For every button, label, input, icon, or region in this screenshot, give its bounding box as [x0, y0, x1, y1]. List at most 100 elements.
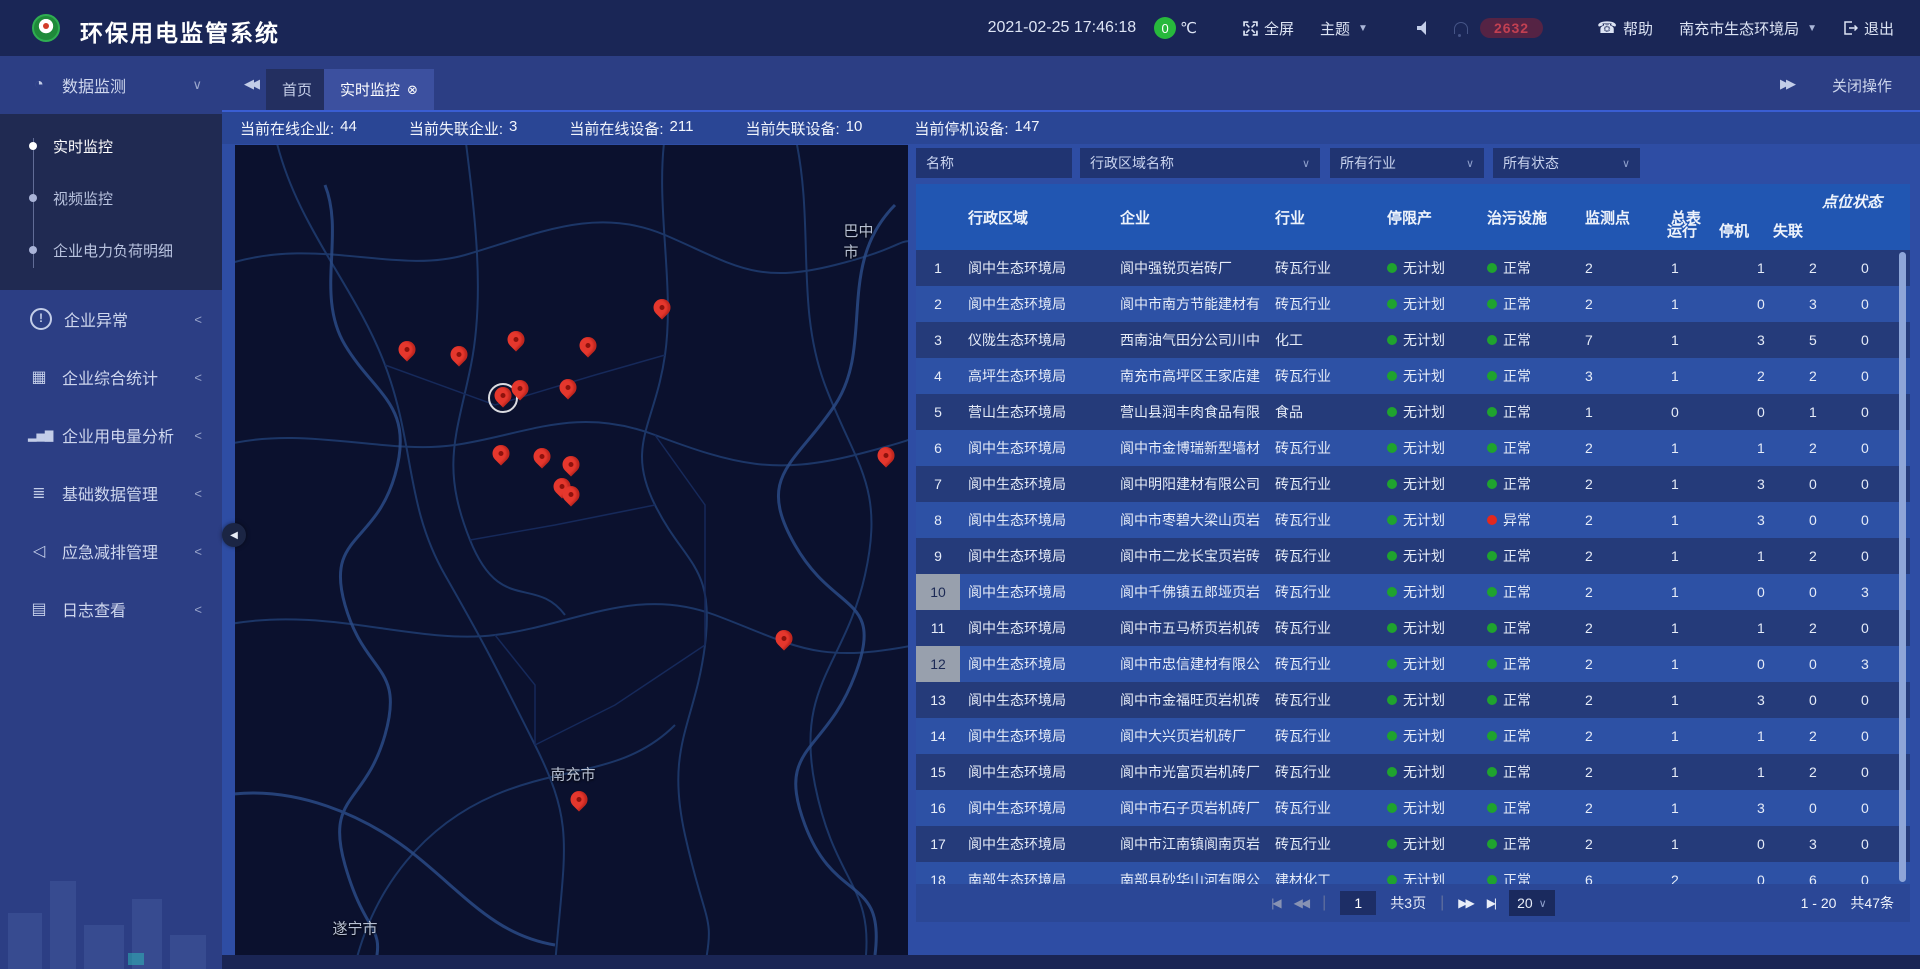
status-dot-icon: [1487, 623, 1497, 633]
tab-home[interactable]: 首页: [266, 69, 328, 110]
sidebar-group-2[interactable]: ▦企业综合统计<: [0, 348, 222, 406]
table-scrollbar[interactable]: [1899, 252, 1906, 882]
cell-limit-status: 无计划: [1379, 834, 1479, 854]
status-dot-icon: [1487, 587, 1497, 597]
status-dot-icon: [1387, 551, 1397, 561]
table-row[interactable]: 6阆中生态环境局阆中市金博瑞新型墙材砖瓦行业无计划正常21120: [916, 430, 1910, 466]
divider: |: [1322, 894, 1326, 912]
table-row[interactable]: 15阆中生态环境局阆中市光富页岩机砖厂砖瓦行业无计划正常21120: [916, 754, 1910, 790]
cell-points: 2: [1577, 836, 1663, 852]
name-search-input[interactable]: 名称: [916, 148, 1072, 178]
logout-button[interactable]: 退出: [1843, 18, 1894, 39]
cell-meter: 1: [1663, 692, 1749, 708]
sound-toggle-button[interactable]: [1416, 21, 1428, 35]
col-group-point-status: 点位状态: [1822, 191, 1882, 212]
theme-label: 主题: [1320, 18, 1350, 39]
cell-facility-status: 正常: [1479, 654, 1577, 674]
row-index: 6: [916, 430, 960, 466]
notifications[interactable]: 2632: [1454, 18, 1543, 38]
table-row[interactable]: 11阆中生态环境局阆中市五马桥页岩机砖砖瓦行业无计划正常21120: [916, 610, 1910, 646]
table-row[interactable]: 3仪陇生态环境局西南油气田分公司川中化工无计划正常71350: [916, 322, 1910, 358]
row-index: 18: [916, 862, 960, 884]
sidebar-group-4[interactable]: ≣基础数据管理<: [0, 464, 222, 522]
table-row[interactable]: 2阆中生态环境局阆中市南方节能建材有砖瓦行业无计划正常21030: [916, 286, 1910, 322]
sidebar-item-label: 视频监控: [53, 188, 113, 209]
industry-select[interactable]: 所有行业 ∨: [1330, 148, 1484, 178]
table-row[interactable]: 7阆中生态环境局阆中明阳建材有限公司砖瓦行业无计划正常21300: [916, 466, 1910, 502]
sidebar-item-0-2[interactable]: 企业电力负荷明细: [0, 224, 222, 276]
cell-meter: 1: [1663, 620, 1749, 636]
status-dot-icon: [1387, 767, 1397, 777]
table-row[interactable]: 1阆中生态环境局阆中强锐页岩砖厂砖瓦行业无计划正常21120: [916, 250, 1910, 286]
sidebar-group-0[interactable]: ◔数据监测∨: [0, 56, 222, 114]
sidebar-group-5[interactable]: ◁应急减排管理<: [0, 522, 222, 580]
industry-select-value: 所有行业: [1340, 153, 1396, 173]
theme-dropdown[interactable]: 主题 ▼: [1320, 18, 1368, 39]
tab-realtime-monitor[interactable]: 实时监控 ⊗: [324, 69, 434, 110]
cell-points: 2: [1577, 764, 1663, 780]
help-label: 帮助: [1623, 18, 1653, 39]
region-select[interactable]: 行政区域名称 ∨: [1080, 148, 1320, 178]
cell-run: 1: [1749, 728, 1801, 744]
cell-limit-status: 无计划: [1379, 474, 1479, 494]
page-size-select[interactable]: 20 ∨: [1509, 890, 1555, 916]
sidebar-item-0-1[interactable]: 视频监控: [0, 172, 222, 224]
table-row[interactable]: 14阆中生态环境局阆中大兴页岩机砖厂砖瓦行业无计划正常21120: [916, 718, 1910, 754]
stats-bar: 当前在线企业:44当前失联企业:3当前在线设备:211当前失联设备:10当前停机…: [222, 112, 1920, 144]
last-page-button[interactable]: ▶|: [1487, 896, 1495, 910]
table-row[interactable]: 10阆中生态环境局阆中千佛镇五郎垭页岩砖瓦行业无计划正常21003: [916, 574, 1910, 610]
user-org-dropdown[interactable]: 南充市生态环境局 ▼: [1679, 18, 1817, 39]
sidebar-group-6[interactable]: ▤日志查看<: [0, 580, 222, 638]
fullscreen-button[interactable]: 全屏: [1243, 18, 1294, 39]
table-row[interactable]: 17阆中生态环境局阆中市江南镇阆南页岩砖瓦行业无计划正常21030: [916, 826, 1910, 862]
table-row[interactable]: 13阆中生态环境局阆中市金福旺页岩机砖砖瓦行业无计划正常21300: [916, 682, 1910, 718]
prev-page-button[interactable]: ◀◀: [1294, 896, 1308, 910]
cell-region: 仪陇生态环境局: [960, 330, 1112, 350]
cell-industry: 砖瓦行业: [1267, 690, 1379, 710]
table-row[interactable]: 12阆中生态环境局阆中市忠信建材有限公砖瓦行业无计划正常21003: [916, 646, 1910, 682]
database-icon: ≣: [28, 483, 50, 503]
table-row[interactable]: 5营山生态环境局营山县润丰肉食品有限食品无计划正常10010: [916, 394, 1910, 430]
col-index: [916, 184, 960, 250]
cell-run: 0: [1749, 404, 1801, 420]
cell-facility-status: 正常: [1479, 366, 1577, 386]
cell-company: 阆中市忠信建材有限公: [1112, 654, 1267, 674]
cell-stop: 2: [1801, 728, 1853, 744]
sidebar-group-1[interactable]: !企业异常<: [0, 290, 222, 348]
cell-points: 2: [1577, 656, 1663, 672]
cell-stop: 0: [1801, 800, 1853, 816]
cell-run: 0: [1749, 296, 1801, 312]
facility-label: 正常: [1503, 582, 1531, 602]
row-index: 8: [916, 502, 960, 538]
map-panel[interactable]: 巴中市南充市遂宁市: [235, 145, 908, 955]
close-operations-button[interactable]: 关闭操作: [1832, 75, 1892, 96]
page-number-input[interactable]: 1: [1340, 891, 1376, 915]
stat-item-3: 当前失联设备:10: [745, 118, 862, 139]
status-select[interactable]: 所有状态 ∨: [1493, 148, 1640, 178]
sidebar-item-0-0[interactable]: 实时监控: [0, 120, 222, 172]
notification-badge[interactable]: 2632: [1480, 18, 1543, 38]
first-page-button[interactable]: |◀: [1271, 896, 1279, 910]
table-row[interactable]: 18南部生态环境局南部县砂华山河有限公建材化工无计划正常62060: [916, 862, 1910, 884]
cell-company: 阆中市二龙长宝页岩砖: [1112, 546, 1267, 566]
help-button[interactable]: ☎ 帮助: [1597, 18, 1653, 39]
cell-region: 阆中生态环境局: [960, 294, 1112, 314]
close-icon[interactable]: ⊗: [407, 82, 418, 98]
table-row[interactable]: 9阆中生态环境局阆中市二龙长宝页岩砖砖瓦行业无计划正常21120: [916, 538, 1910, 574]
tabs-scroll-left-button[interactable]: ◀◀: [244, 76, 256, 92]
limit-label: 无计划: [1403, 654, 1445, 674]
table-row[interactable]: 8阆中生态环境局阆中市枣碧大梁山页岩砖瓦行业无计划异常21300: [916, 502, 1910, 538]
table-row[interactable]: 16阆中生态环境局阆中市石子页岩机砖厂砖瓦行业无计划正常21300: [916, 790, 1910, 826]
row-index: 7: [916, 466, 960, 502]
status-dot-icon: [1387, 839, 1397, 849]
next-page-button[interactable]: ▶▶: [1458, 896, 1472, 910]
cell-stop: 6: [1801, 872, 1853, 884]
cell-facility-status: 正常: [1479, 762, 1577, 782]
sidebar-collapse-handle[interactable]: ◀: [222, 523, 246, 547]
sidebar-group-3[interactable]: ▂▅▇企业用电量分析<: [0, 406, 222, 464]
table-row[interactable]: 4高坪生态环境局南充市高坪区王家店建砖瓦行业无计划正常31220: [916, 358, 1910, 394]
cell-region: 阆中生态环境局: [960, 834, 1112, 854]
tabs-scroll-right-button[interactable]: ▶▶: [1780, 76, 1792, 92]
cell-company: 阆中市石子页岩机砖厂: [1112, 798, 1267, 818]
cell-facility-status: 正常: [1479, 330, 1577, 350]
